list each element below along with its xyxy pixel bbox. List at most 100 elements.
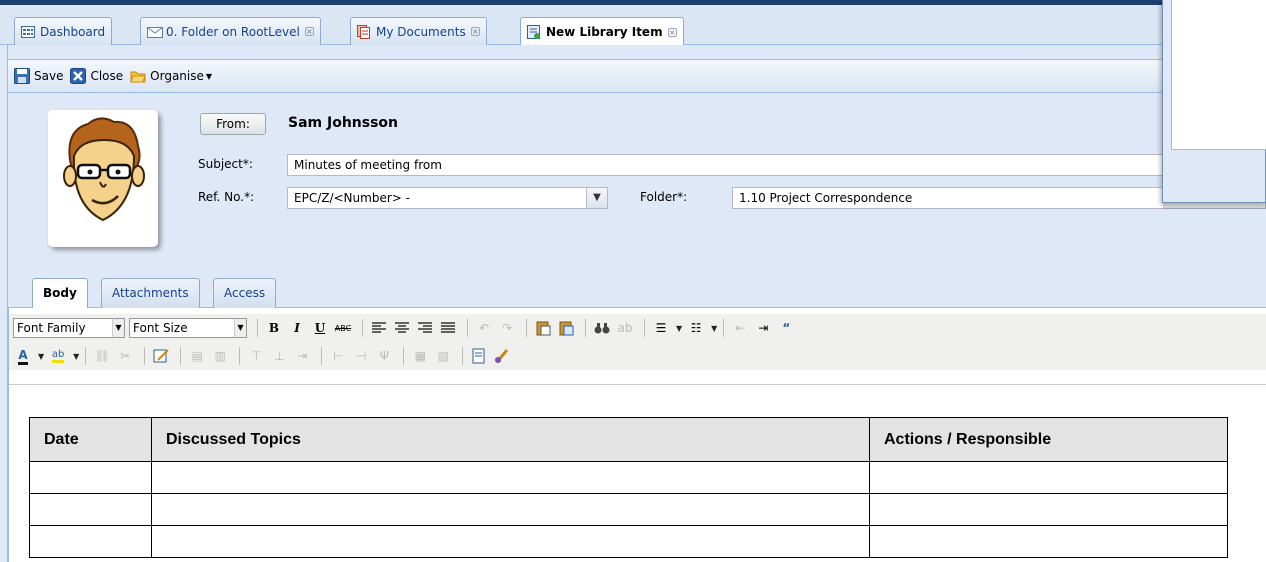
subject-field[interactable]: Minutes of meeting from bbox=[287, 154, 1266, 176]
chevron-down-icon[interactable]: ▼ bbox=[73, 352, 79, 361]
chevron-down-icon[interactable]: ▼ bbox=[676, 324, 682, 333]
paste-text-icon[interactable] bbox=[533, 318, 553, 338]
font-size-select[interactable]: Font Size ▼ bbox=[129, 318, 247, 338]
close-icon[interactable]: × bbox=[667, 27, 677, 37]
template-icon[interactable] bbox=[469, 346, 489, 366]
toolbar-separator bbox=[526, 319, 527, 337]
table-cell-props-icon[interactable]: ▥ bbox=[210, 346, 230, 366]
save-icon bbox=[14, 68, 30, 84]
insert-col-before-icon[interactable]: ⊢ bbox=[328, 346, 348, 366]
italic-icon[interactable]: I bbox=[287, 318, 307, 338]
align-left-icon[interactable] bbox=[369, 318, 389, 338]
ref-no-combo[interactable]: EPC/Z/<Number> - bbox=[287, 187, 587, 209]
cleanup-icon[interactable] bbox=[492, 346, 512, 366]
organise-menu-button[interactable]: Organise ▼ bbox=[130, 68, 212, 84]
unlink-icon[interactable]: ✂ bbox=[115, 346, 135, 366]
undo-icon[interactable]: ↶ bbox=[474, 318, 494, 338]
chevron-down-icon[interactable]: ▼ bbox=[711, 324, 717, 333]
replace-icon[interactable]: ab bbox=[615, 318, 635, 338]
new-library-item-icon bbox=[527, 25, 541, 39]
strikethrough-icon[interactable]: ABC bbox=[333, 318, 353, 338]
popup-window[interactable] bbox=[1162, 0, 1266, 209]
merge-cells-icon[interactable]: ▦ bbox=[410, 346, 430, 366]
text-color-icon[interactable]: A bbox=[13, 346, 33, 366]
delete-row-icon[interactable]: ⇥ bbox=[292, 346, 312, 366]
table-cell[interactable] bbox=[29, 525, 152, 558]
table-cell[interactable] bbox=[151, 461, 870, 494]
align-justify-icon[interactable] bbox=[438, 318, 458, 338]
close-icon[interactable]: × bbox=[470, 27, 480, 36]
tab-new-library-item[interactable]: New Library Item × bbox=[520, 17, 684, 46]
popup-shadow bbox=[1163, 203, 1266, 209]
save-button[interactable]: Save bbox=[14, 68, 63, 84]
table-row[interactable] bbox=[29, 493, 1228, 526]
insert-row-before-icon[interactable]: ⊤ bbox=[246, 346, 266, 366]
underline-icon[interactable]: U bbox=[310, 318, 330, 338]
toolbar-separator bbox=[585, 319, 586, 337]
paste-word-icon[interactable] bbox=[556, 318, 576, 338]
tab-folder-on-rootlevel[interactable]: 0. Folder on RootLevel × bbox=[140, 17, 321, 45]
table-cell[interactable] bbox=[151, 493, 870, 526]
bullet-list-icon[interactable]: ☰ bbox=[651, 318, 671, 338]
close-icon[interactable]: × bbox=[304, 27, 314, 36]
chevron-down-icon: ▼ bbox=[205, 71, 213, 81]
tab-access[interactable]: Access bbox=[213, 278, 277, 308]
popup-content bbox=[1171, 0, 1266, 150]
table-cell[interactable] bbox=[29, 461, 152, 494]
body-tabstrip: Body Attachments Access bbox=[8, 276, 1266, 309]
find-icon[interactable] bbox=[592, 318, 612, 338]
library-item-panel: Save Close Organise ▼ From: Sam Johnsson… bbox=[8, 45, 1266, 562]
table-cell[interactable] bbox=[29, 493, 152, 526]
minutes-table[interactable]: Date Discussed Topics Actions / Responsi… bbox=[29, 417, 1228, 558]
table-cell[interactable] bbox=[869, 525, 1228, 558]
toolbar-separator bbox=[462, 347, 464, 365]
table-cell[interactable] bbox=[869, 461, 1228, 494]
chevron-down-icon[interactable]: ▼ bbox=[38, 352, 44, 361]
table-header-topics: Discussed Topics bbox=[151, 417, 870, 462]
blockquote-icon[interactable]: “ bbox=[776, 318, 796, 338]
tab-attachments[interactable]: Attachments bbox=[101, 278, 200, 308]
table-row[interactable] bbox=[29, 461, 1228, 494]
toolbar-separator bbox=[644, 319, 645, 337]
toolbar-separator bbox=[723, 319, 725, 337]
table-cell[interactable] bbox=[869, 493, 1228, 526]
tab-body[interactable]: Body bbox=[32, 278, 88, 309]
avatar bbox=[48, 110, 158, 247]
redo-icon[interactable]: ↷ bbox=[497, 318, 517, 338]
rich-text-editor: Font Family ▼ Font Size ▼ B I U ABC ↶ ↷ bbox=[8, 308, 1266, 562]
tab-dashboard[interactable]: Dashboard bbox=[14, 17, 113, 45]
toolbar-separator bbox=[257, 319, 258, 337]
font-family-select[interactable]: Font Family ▼ bbox=[13, 318, 125, 338]
numbered-list-icon[interactable]: ☷ bbox=[686, 318, 706, 338]
editor-toolbar-row-2: A ▼ ab ▼ ⛓ ✂ ▤ ▥ ⊤ ⊥ ⇥ ⊢ ⊣ Ψ ▦ ▧ bbox=[9, 342, 1266, 370]
sender-name: Sam Johnsson bbox=[288, 115, 399, 131]
document-tabstrip: Dashboard 0. Folder on RootLevel × My Do… bbox=[0, 5, 1266, 46]
table-cell[interactable] bbox=[151, 525, 870, 558]
toolbar-separator bbox=[362, 319, 363, 337]
insert-col-after-icon[interactable]: ⊣ bbox=[351, 346, 371, 366]
toolbar-separator bbox=[144, 347, 146, 365]
documents-icon bbox=[357, 24, 371, 39]
split-cells-icon[interactable]: ▧ bbox=[433, 346, 453, 366]
tab-my-documents[interactable]: My Documents × bbox=[350, 17, 487, 45]
edit-source-icon[interactable] bbox=[151, 346, 171, 366]
bold-icon[interactable]: B bbox=[264, 318, 284, 338]
from-button[interactable]: From: bbox=[200, 113, 266, 135]
highlight-color-icon[interactable]: ab bbox=[48, 346, 68, 366]
indent-icon[interactable]: ⇥ bbox=[753, 318, 773, 338]
close-icon bbox=[70, 68, 87, 84]
editor-toolbar-row-1: Font Family ▼ Font Size ▼ B I U ABC ↶ ↷ bbox=[9, 314, 1266, 342]
align-center-icon[interactable] bbox=[392, 318, 412, 338]
editor-content-area[interactable]: Date Discussed Topics Actions / Responsi… bbox=[9, 384, 1266, 562]
outdent-icon[interactable]: ⇤ bbox=[730, 318, 750, 338]
insert-row-after-icon[interactable]: ⊥ bbox=[269, 346, 289, 366]
table-row[interactable] bbox=[29, 525, 1228, 558]
close-button[interactable]: Close bbox=[70, 68, 123, 84]
left-frame-edge bbox=[0, 45, 8, 562]
table-header-date: Date bbox=[29, 417, 152, 462]
table-row-props-icon[interactable]: ▤ bbox=[187, 346, 207, 366]
chevron-down-icon[interactable]: ▼ bbox=[586, 187, 608, 209]
link-icon[interactable]: ⛓ bbox=[92, 346, 112, 366]
delete-col-icon[interactable]: Ψ bbox=[374, 346, 394, 366]
align-right-icon[interactable] bbox=[415, 318, 435, 338]
